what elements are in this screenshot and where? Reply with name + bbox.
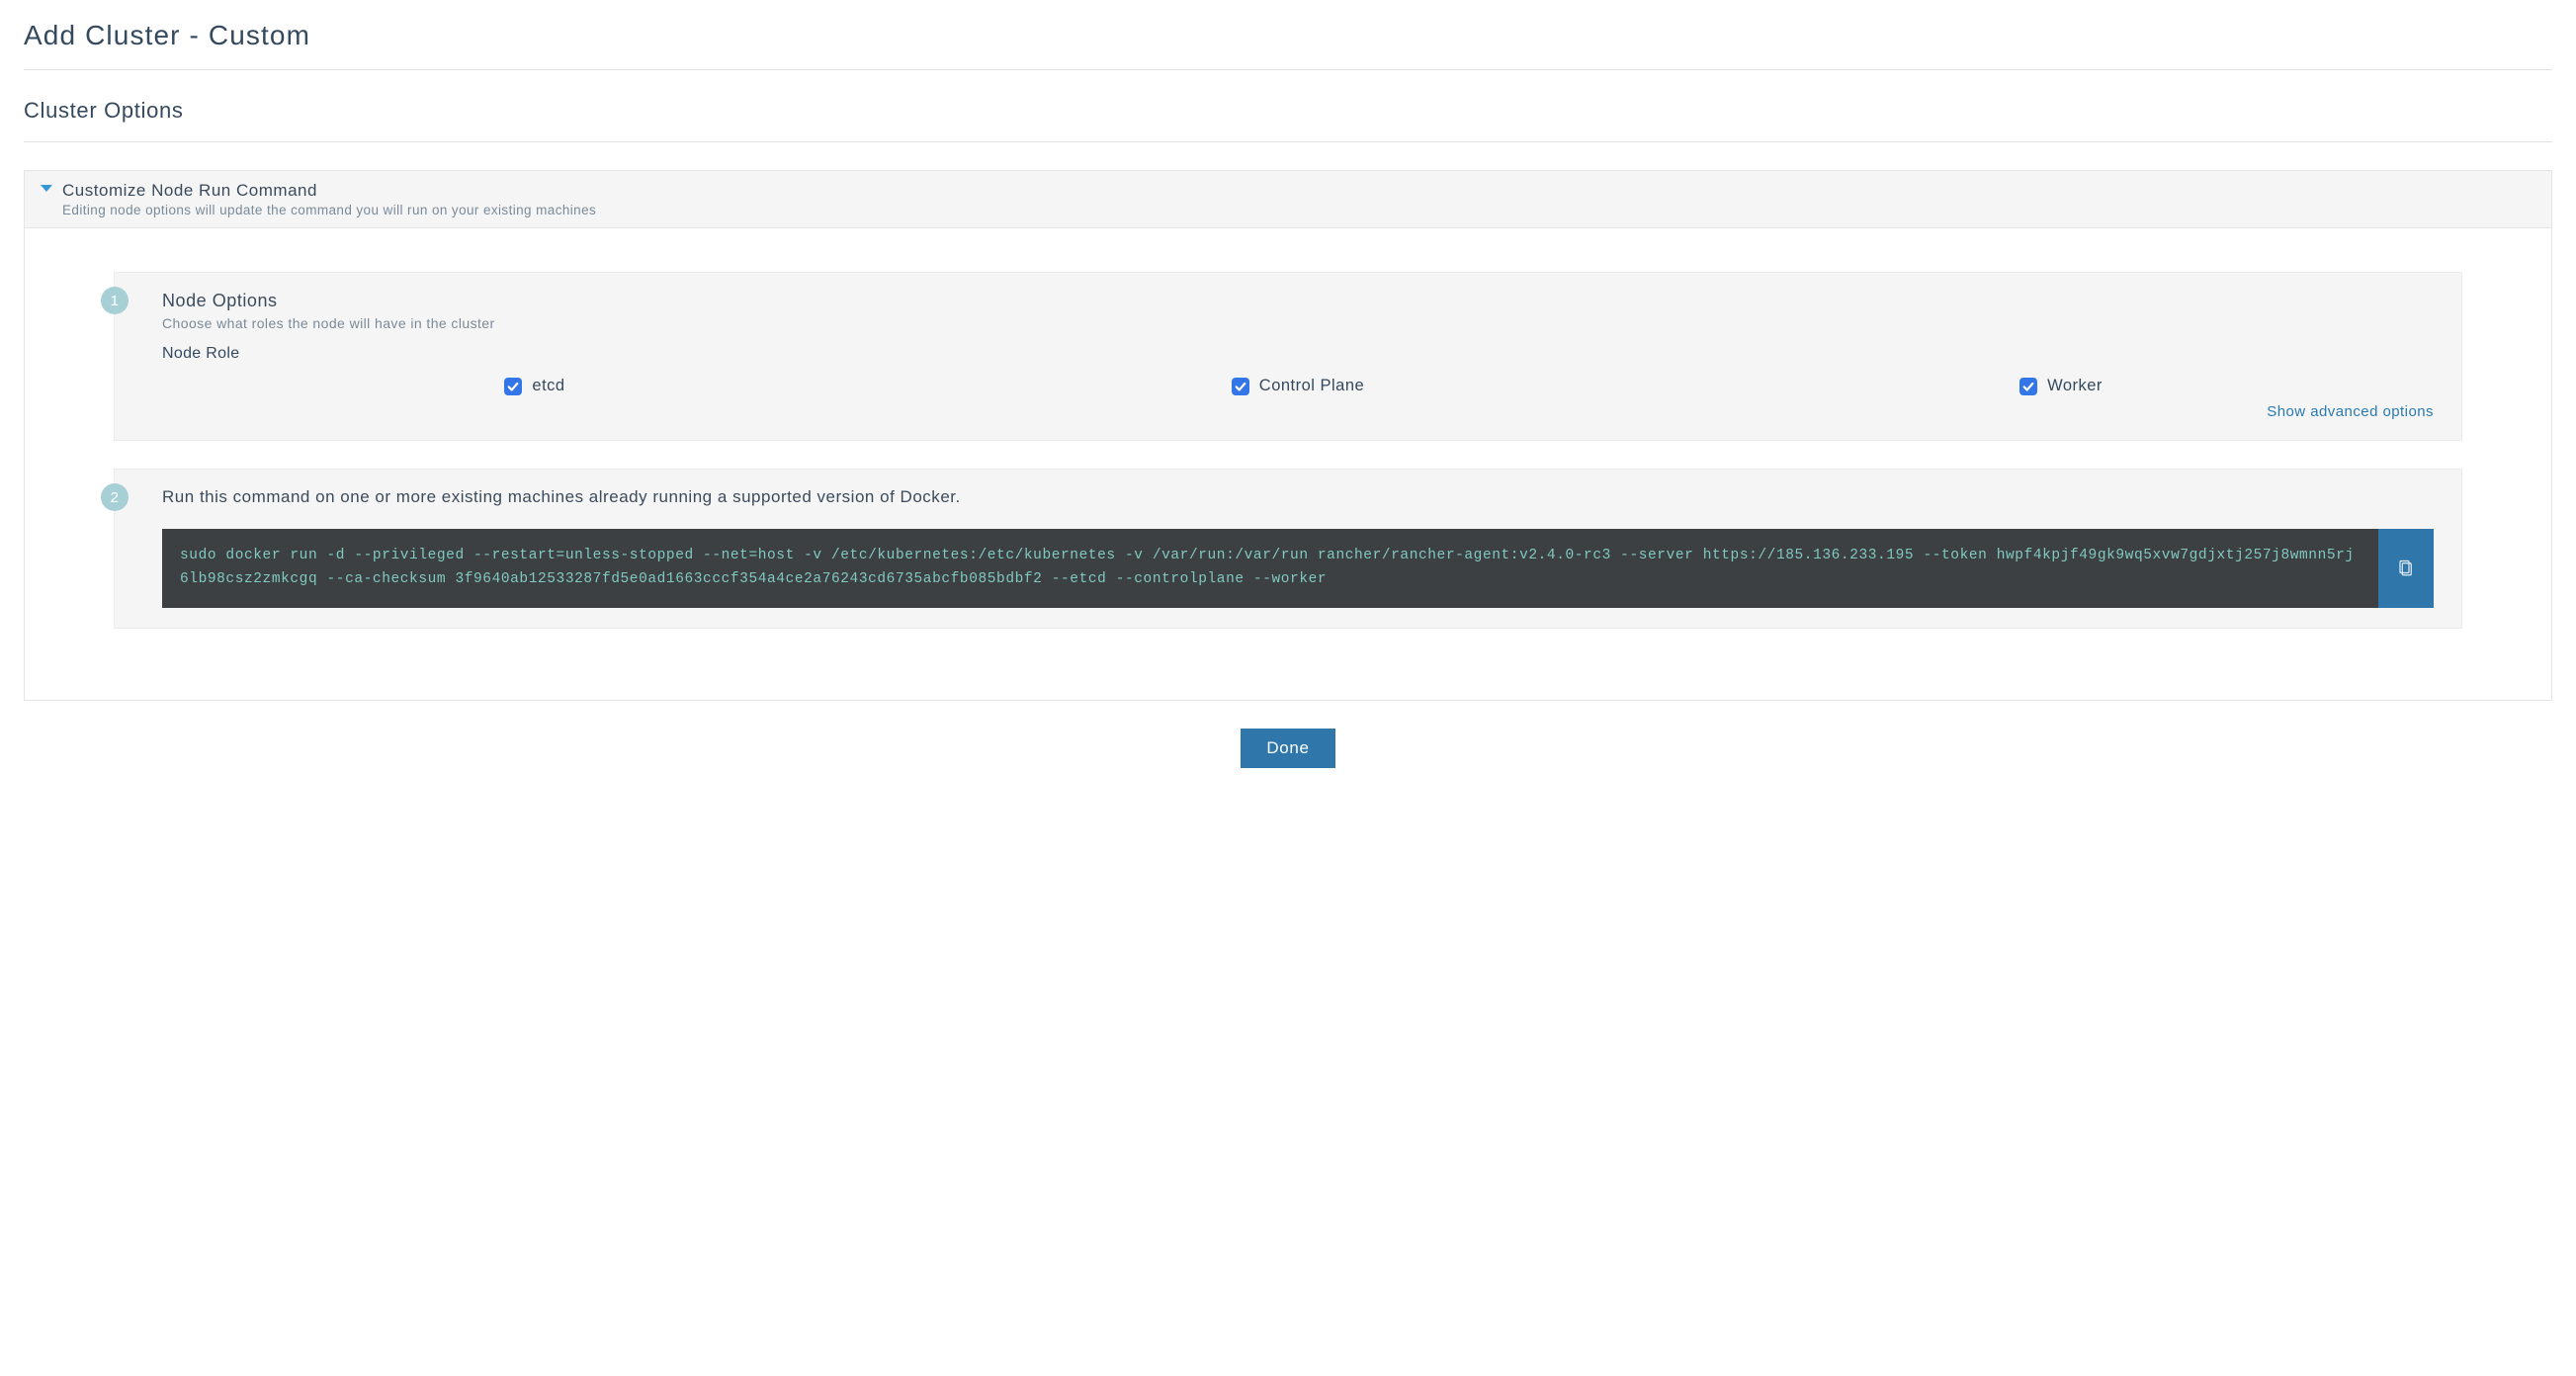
etcd-label: etcd xyxy=(532,377,564,395)
control-plane-label: Control Plane xyxy=(1259,377,1364,395)
show-advanced-options-link[interactable]: Show advanced options xyxy=(2267,403,2434,420)
worker-checkbox[interactable] xyxy=(2019,378,2037,395)
command-row: sudo docker run -d --privileged --restar… xyxy=(162,529,2434,608)
divider xyxy=(24,141,2552,142)
node-options-title: Node Options xyxy=(162,291,2434,311)
step-badge-2: 2 xyxy=(101,483,129,511)
check-icon xyxy=(1235,381,1246,392)
clipboard-icon xyxy=(2397,559,2415,578)
copy-button[interactable] xyxy=(2378,529,2434,608)
node-role-row: etcd Control Plane xyxy=(162,377,2434,395)
node-role-label: Node Role xyxy=(162,345,2434,363)
done-button[interactable]: Done xyxy=(1241,729,1334,768)
customize-title: Customize Node Run Command xyxy=(62,181,596,201)
command-text[interactable]: sudo docker run -d --privileged --restar… xyxy=(162,529,2378,608)
page-title: Add Cluster - Custom xyxy=(24,20,2552,51)
run-command-description: Run this command on one or more existing… xyxy=(162,487,2434,507)
divider xyxy=(24,69,2552,70)
node-options-card: 1 Node Options Choose what roles the nod… xyxy=(114,272,2462,441)
etcd-checkbox[interactable] xyxy=(504,378,522,395)
control-plane-checkbox[interactable] xyxy=(1232,378,1249,395)
chevron-down-icon xyxy=(41,185,52,192)
customize-subtitle: Editing node options will update the com… xyxy=(62,203,596,217)
check-icon xyxy=(2022,381,2034,392)
run-command-card: 2 Run this command on one or more existi… xyxy=(114,469,2462,629)
customize-body: 1 Node Options Choose what roles the nod… xyxy=(25,228,2551,700)
check-icon xyxy=(507,381,519,392)
customize-panel: Customize Node Run Command Editing node … xyxy=(24,170,2552,701)
step-badge-1: 1 xyxy=(101,287,129,314)
node-options-subtitle: Choose what roles the node will have in … xyxy=(162,315,2434,331)
cluster-options-title: Cluster Options xyxy=(24,98,2552,124)
customize-header[interactable]: Customize Node Run Command Editing node … xyxy=(25,171,2551,228)
worker-label: Worker xyxy=(2047,377,2103,395)
